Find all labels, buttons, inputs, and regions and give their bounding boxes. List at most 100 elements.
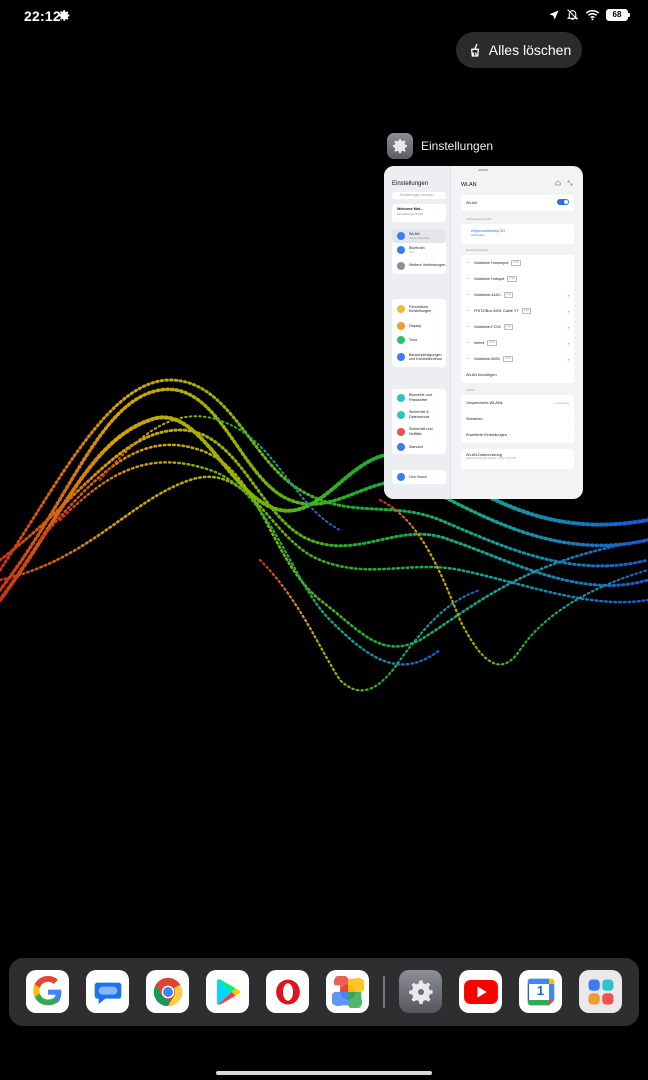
network-name: Vodafone-44AC [474,293,501,297]
settings-item-icon [397,246,405,254]
app-drawer-icon [588,979,613,1004]
streaming-label: Streamen [466,417,483,421]
settings-item-icon [397,336,405,344]
dock-app-google[interactable] [26,970,69,1013]
settings-item-label: Biometrie und Passwörter [409,393,432,402]
settings-item-label: Standort [409,444,423,449]
location-icon [549,10,559,19]
dock-app-youtube[interactable] [459,970,502,1013]
settings-nav-item: Persönliche Einstellungen [392,299,446,319]
recent-app-header[interactable]: Einstellungen [387,133,493,159]
connected-section-label: Verbundenes WLAN [466,217,492,221]
settings-item-icon [397,353,405,361]
settings-group: Oxo Vision [392,470,446,484]
status-bar: 22:12 68 [0,0,648,34]
wifi-panel-title: WLAN [461,182,477,188]
network-band-badge: 2.4G [507,276,517,282]
account-card: Welcome Mat... Einstellungen/Profil [392,204,446,222]
broom-icon [470,43,479,57]
settings-item-icon [397,261,405,270]
settings-nav-item: WLAN chlysmobileshop [392,229,446,243]
lock-icon: ▪ [567,340,569,346]
dock-app-chrome[interactable] [146,970,189,1013]
dock-app-calendar[interactable]: 1 [519,970,562,1013]
settings-nav-item: Weitere Verbindungen [392,257,446,274]
dock-divider [383,976,385,1008]
network-band-badge: 2.4G [511,260,522,266]
settings-nav-item: Display [392,319,446,333]
gesture-nav-handle[interactable] [216,1071,432,1075]
network-name: Vodafone-569C [474,357,501,361]
lock-icon: ▪ [567,292,569,298]
settings-nav-item: Benachrichtigungen und Kontrollzentrum [392,347,446,367]
dock-app-opera[interactable] [266,970,309,1013]
wifi-panel: WLAN WLAN Verbundenes WLAN chlysmobilesh… [456,166,583,499]
network-name: Vodafone Hotspot [474,277,505,281]
settings-item-label: Benachrichtigungen und Kontrollzentrum [409,352,443,361]
settings-group: WLAN chlysmobileshop Bluetooth Aus Weitere V… [392,229,446,274]
wifi-toggle-row: WLAN [461,195,574,211]
dock-app-messages[interactable] [86,970,129,1013]
mute-bell-icon [566,9,579,20]
settings-item-label: Sicherheit und Notfälle [409,427,433,436]
settings-item-icon [397,473,405,481]
calendar-day: 1 [536,983,545,998]
account-name: Welcome Mat... [397,207,423,211]
network-name: Inetes [474,341,485,345]
opera-icon [275,979,300,1004]
clear-all-label: Alles löschen [488,42,572,58]
network-row: ◔ Vodafone Homespot 2.4G [461,255,574,271]
clear-all-button[interactable]: Alles löschen [456,32,582,68]
network-name: FRITZ!Box 6591 Cable YT [474,309,519,313]
dock-app-photos[interactable] [326,970,369,1013]
saved-networks-row: Gespeicherte WLANs 1 Netzwerk [461,395,574,411]
settings-group: Biometrie und Passwörter Sicherheit & Dat… [392,389,446,454]
add-network-label: WLAN hinzufügen [466,373,497,377]
network-row: ◔ Vodafone Hotspot 2.4G [461,271,574,287]
settings-item-icon [397,410,405,419]
dock-app-settings[interactable] [399,970,442,1013]
advanced-row: Erweiterte Einstellungen › [466,433,569,437]
settings-item-icon [397,443,405,451]
settings-item-label: Display [409,323,422,328]
network-band-badge: 2.4G [521,308,532,314]
settings-nav-item: Töne [392,333,446,347]
wifi-signal-icon: ◔ [466,292,469,297]
more-settings-list: Gespeicherte WLANs 1 Netzwerk Streamen › E… [461,395,574,443]
settings-app-icon [387,133,413,159]
lock-icon: ▪ [567,308,569,314]
wifi-signal-icon: ◔ [466,308,469,313]
wifi-toggle-label: WLAN [466,201,477,205]
saved-networks-count: 1 Netzwerk [553,401,569,405]
status-time: 22:12 [24,8,61,24]
photos-icon [331,975,364,1008]
wallpaper-wave [0,378,648,692]
saved-networks-label: Gespeicherte WLANs [466,401,503,405]
dock-app-drawer[interactable] [579,970,622,1013]
network-row: ◔ FRITZ!Box 6591 Cable YT 2.4G ▪ [461,303,574,319]
network-row: ◔ Inetes 2.4G ▪ [461,335,574,351]
home-icon [555,180,561,186]
chrome-icon [153,977,182,1006]
expand-icon [567,180,573,186]
network-band-badge: 2.4G [503,292,514,298]
youtube-icon [463,979,498,1004]
account-sub: Einstellungen/Profil [397,212,423,216]
settings-nav-item: Standort [392,440,446,454]
dock-app-play-store[interactable] [206,970,249,1013]
google-icon [32,975,61,1005]
settings-item-label: Weitere Verbindungen [409,263,446,268]
settings-item-label: Sicherheit & Datenschutz [409,410,430,419]
settings-nav-item: Bluetooth Aus [392,243,446,257]
settings-nav-item: Biometrie und Passwörter [392,389,446,406]
recent-app-card-settings[interactable]: Einstellungen Einstellungen durchsu... W… [384,166,583,499]
settings-item-sub: Aus [409,249,414,254]
wifi-signal-icon: ◔ [466,276,469,281]
settings-nav-item: Oxo Vision [392,470,446,484]
network-list: ◔ Vodafone Homespot 2.4G ◔ Vodafone Hotspot 2… [461,255,574,383]
settings-item-icon [397,393,405,402]
wifi-signal-icon: ◔ [466,356,469,361]
network-row: ◔ Vodafone-44AC 2.4G ▪ [461,287,574,303]
more-section-label: Andere [466,388,476,392]
battery-icon: 68 [606,8,630,21]
